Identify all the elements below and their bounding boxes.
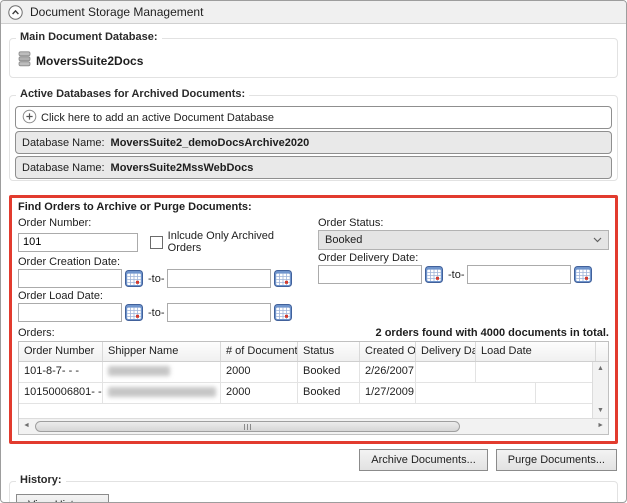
redacted-shipper-name [108,387,216,397]
column-header[interactable]: Delivery Date [416,342,476,361]
order-number-cell: 101-8-7- - - [19,362,103,382]
panel-title: Document Storage Management [30,5,203,19]
database-name-prefix: Database Name: [22,137,105,149]
orders-summary: 2 orders found with 4000 documents in to… [376,327,609,339]
load-date-label: Order Load Date: [18,290,306,302]
scroll-left-arrow-icon[interactable]: ◄ [23,422,30,429]
creation-date-from-input[interactable] [18,269,122,288]
status-cell: Booked [298,383,360,403]
calendar-icon[interactable] [425,266,443,283]
document-storage-management-panel: Document Storage Management Main Documen… [0,0,627,503]
range-separator: -to- [148,273,165,285]
action-buttons-row: Archive Documents... Purge Documents... [10,449,617,471]
archived-only-checkbox[interactable]: Inlcude Only Archived Orders [150,230,306,254]
active-databases-label: Active Databases for Archived Documents: [16,88,249,100]
orders-label: Orders: [18,327,55,339]
table-row[interactable]: 10150006801- - - 2000 Booked 1/27/2009 [19,383,609,404]
load-date-to-input[interactable] [167,303,271,322]
range-separator: -to- [448,269,465,281]
delivery-date-cell [416,362,476,382]
find-right-column: Order Status: Booked Order Delivery Date… [318,215,609,322]
calendar-icon[interactable] [125,270,143,287]
chevron-down-icon [593,234,602,246]
archive-documents-button[interactable]: Archive Documents... [359,449,488,471]
calendar-icon[interactable] [574,266,592,283]
vertical-scrollbar[interactable]: ▲ ▼ [592,362,608,418]
shipper-name-cell [103,383,221,403]
find-orders-section: Find Orders to Archive or Purge Document… [9,195,618,444]
archived-only-label: Inlcude Only Archived Orders [168,230,306,254]
database-list-item[interactable]: Database Name: MoversSuite2_demoDocsArch… [15,131,612,154]
calendar-icon[interactable] [274,270,292,287]
load-date-cell [476,362,596,382]
thumb-grip-icon [250,424,251,430]
horizontal-scroll-thumb[interactable] [35,421,460,432]
column-header[interactable]: Shipper Name [103,342,221,361]
orders-table: Order Number Shipper Name # of Documents… [18,341,609,435]
column-header[interactable]: Status [298,342,360,361]
load-date-from-input[interactable] [18,303,122,322]
scroll-right-arrow-icon[interactable]: ► [597,422,604,429]
checkbox-box[interactable] [150,236,163,249]
panel-header: Document Storage Management [1,1,626,24]
created-on-cell: 1/27/2009 [360,383,416,403]
main-database-row: MoversSuite2Docs [18,51,609,70]
documents-cell: 2000 [221,362,298,382]
orders-table-header: Order Number Shipper Name # of Documents… [19,342,609,362]
order-status-value: Booked [325,234,362,246]
documents-cell: 2000 [221,383,298,403]
main-database-label: Main Document Database: [16,31,162,43]
load-date-cell [416,383,536,403]
range-separator: -to- [148,307,165,319]
creation-date-label: Order Creation Date: [18,256,306,268]
calendar-icon[interactable] [274,304,292,321]
order-number-input[interactable] [18,233,138,252]
redacted-shipper-name [108,366,170,376]
delivery-date-from-input[interactable] [318,265,422,284]
delivery-date-to-input[interactable] [467,265,571,284]
database-name-prefix: Database Name: [22,162,105,174]
column-header[interactable]: # of Documents [221,342,298,361]
column-header[interactable]: Order Number [19,342,103,361]
collapse-icon[interactable] [8,5,23,20]
database-list-item[interactable]: Database Name: MoversSuite2MssWebDocs [15,156,612,179]
column-header[interactable]: Load Date [476,342,596,361]
database-name: MoversSuite2_demoDocsArchive2020 [111,137,310,149]
database-name: MoversSuite2MssWebDocs [111,162,254,174]
column-header[interactable]: Created On [360,342,416,361]
table-row[interactable]: 101-8-7- - - 2000 Booked 2/26/2007 [19,362,609,383]
order-number-label: Order Number: [18,217,306,229]
thumb-grip-icon [247,424,248,430]
order-status-label: Order Status: [318,217,609,229]
history-label: History: [16,474,66,486]
created-on-cell: 2/26/2007 [360,362,416,382]
order-number-cell: 10150006801- - - [19,383,103,403]
calendar-icon[interactable] [125,304,143,321]
add-database-row[interactable]: Click here to add an active Document Dat… [15,106,612,129]
find-orders-title: Find Orders to Archive or Purge Document… [18,201,609,213]
shipper-name-cell [103,362,221,382]
add-database-label: Click here to add an active Document Dat… [41,112,274,124]
creation-date-to-input[interactable] [167,269,271,288]
order-status-dropdown[interactable]: Booked [318,230,609,250]
scroll-up-arrow-icon[interactable]: ▲ [593,364,608,374]
scroll-down-arrow-icon[interactable]: ▼ [593,406,608,416]
status-cell: Booked [298,362,360,382]
plus-icon [22,109,37,127]
view-history-button[interactable]: View History... [16,494,109,503]
find-left-column: Order Number: Inlcude Only Archived Orde… [18,215,306,322]
main-database-group: Main Document Database: MoversSuite2Docs [9,38,618,78]
database-icon [18,51,31,70]
purge-documents-button[interactable]: Purge Documents... [496,449,617,471]
delivery-date-label: Order Delivery Date: [318,252,609,264]
active-databases-group: Active Databases for Archived Documents:… [9,95,618,181]
main-database-name: MoversSuite2Docs [36,54,143,68]
horizontal-scrollbar[interactable]: ◄ ► [19,418,608,434]
thumb-grip-icon [244,424,245,430]
history-group: History: View History... [9,481,618,503]
